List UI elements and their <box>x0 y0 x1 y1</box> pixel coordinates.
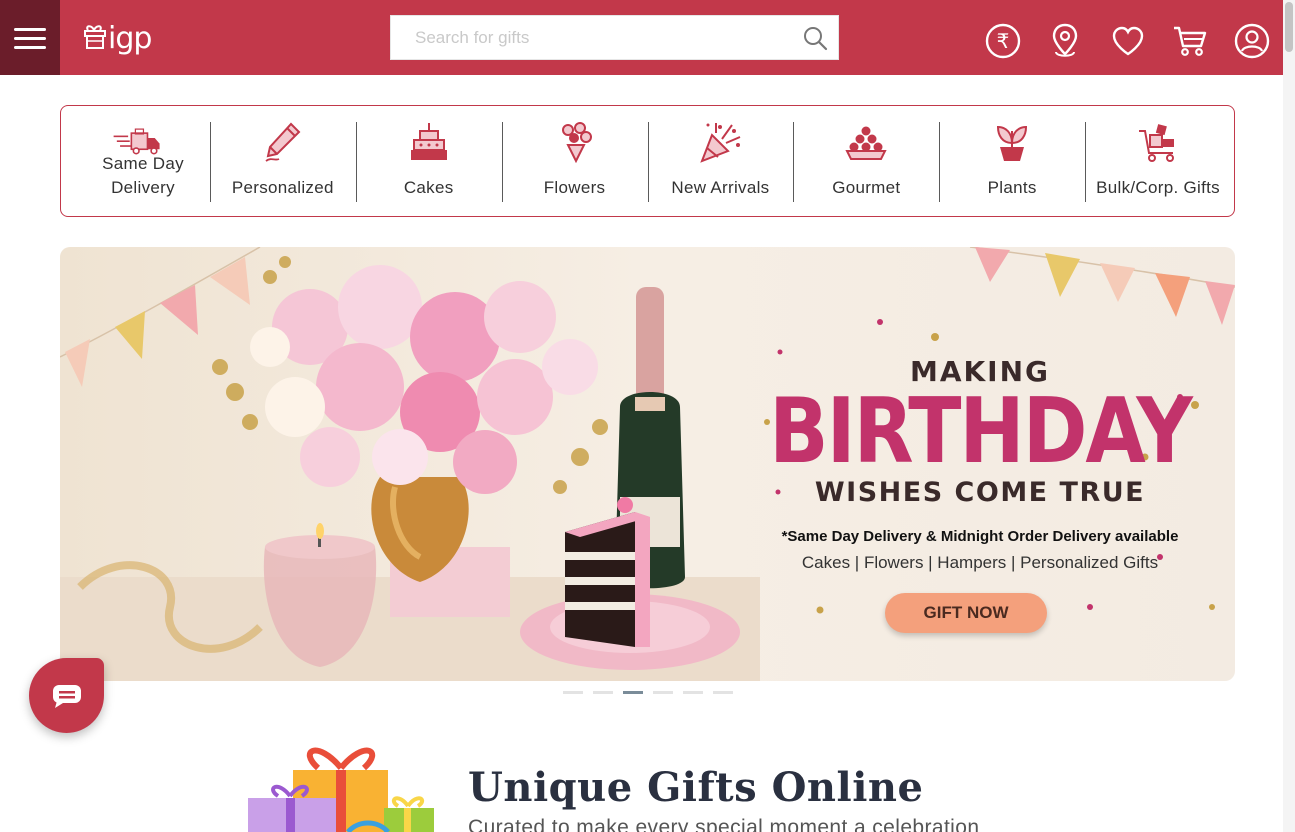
cart-button[interactable] <box>1171 22 1209 60</box>
location-pin-icon <box>1052 23 1078 57</box>
top-header: igp ₹ <box>0 0 1283 75</box>
section-title: Unique Gifts Online <box>468 764 924 811</box>
plant-icon <box>987 120 1037 164</box>
gift-now-button[interactable]: GIFT NOW <box>885 593 1047 633</box>
cake-icon <box>404 120 454 164</box>
banner-categories-line: Cakes | Flowers | Hampers | Personalized… <box>801 553 1159 572</box>
category-label: New Arrivals <box>671 178 770 197</box>
corporate-gifts-icon <box>1133 120 1183 164</box>
logo-text: igp <box>108 20 152 56</box>
sweets-icon <box>841 120 891 164</box>
svg-text:₹: ₹ <box>997 29 1010 53</box>
category-label: Cakes <box>403 178 454 197</box>
category-personalized[interactable]: Personalized <box>209 106 356 216</box>
cart-icon <box>1174 26 1207 56</box>
gift-boxes-illustration <box>248 747 434 832</box>
account-button[interactable] <box>1233 22 1271 60</box>
currency-rupee-icon: ₹ <box>985 23 1021 59</box>
chat-button[interactable] <box>29 658 104 733</box>
category-bar: Same Day Delivery Personalized Cakes Flo… <box>60 105 1235 217</box>
category-label: Flowers <box>543 178 606 197</box>
flowers-icon <box>550 120 600 164</box>
pencil-icon <box>258 120 308 164</box>
search-icon[interactable] <box>802 25 828 51</box>
igp-logo[interactable]: igp <box>84 18 152 58</box>
scrollbar-thumb[interactable] <box>1285 2 1293 52</box>
category-label: Personalized <box>231 178 334 197</box>
category-new-arrivals[interactable]: New Arrivals <box>647 106 794 216</box>
hero-banner[interactable]: MAKING BIRTHDAY WISHES COME TRUE *Same D… <box>60 247 1235 681</box>
banner-text-block: MAKING BIRTHDAY WISHES COME TRUE *Same D… <box>760 247 1200 681</box>
category-flowers[interactable]: Flowers <box>501 106 648 216</box>
wishlist-button[interactable] <box>1109 22 1147 60</box>
currency-button[interactable]: ₹ <box>984 22 1022 60</box>
user-icon <box>1234 23 1270 59</box>
carousel-dot[interactable] <box>653 691 673 694</box>
heart-icon <box>1112 26 1144 56</box>
location-button[interactable] <box>1046 22 1084 60</box>
section-subtitle: Curated to make every special moment a c… <box>468 816 980 832</box>
page: igp ₹ <box>0 0 1295 832</box>
search-box <box>390 15 839 60</box>
hamburger-icon <box>14 27 46 49</box>
category-bulk-corp-gifts[interactable]: Bulk/Corp. Gifts <box>1085 106 1231 216</box>
carousel-dot[interactable] <box>683 691 703 694</box>
unique-gifts-section: Unique Gifts Online Curated to make ever… <box>248 740 1148 832</box>
gift-logo-icon <box>84 25 106 49</box>
carousel-dot-active[interactable] <box>623 691 643 694</box>
banner-headline-wishes: WISHES COME TRUE <box>814 477 1146 508</box>
page-scrollbar[interactable] <box>1283 0 1295 832</box>
category-same-day-delivery[interactable]: Same Day Delivery <box>64 106 210 216</box>
party-popper-icon <box>695 120 745 164</box>
carousel-dots <box>563 691 733 694</box>
search-input[interactable] <box>391 16 781 59</box>
chat-bubble-icon <box>52 684 81 708</box>
carousel-dot[interactable] <box>593 691 613 694</box>
category-label: Plants <box>987 178 1037 197</box>
carousel-dot[interactable] <box>713 691 733 694</box>
banner-headline-birthday: BIRTHDAY <box>769 380 1193 484</box>
category-plants[interactable]: Plants <box>939 106 1085 216</box>
category-gourmet[interactable]: Gourmet <box>793 106 939 216</box>
banner-delivery-note: *Same Day Delivery & Midnight Order Deli… <box>781 528 1179 545</box>
carousel-dot[interactable] <box>563 691 583 694</box>
hamburger-menu-button[interactable] <box>0 0 60 75</box>
category-label: Gourmet <box>832 178 901 197</box>
category-cakes[interactable]: Cakes <box>355 106 502 216</box>
category-label: Bulk/Corp. Gifts <box>1096 178 1220 197</box>
category-label: Same Day Delivery <box>102 154 184 197</box>
